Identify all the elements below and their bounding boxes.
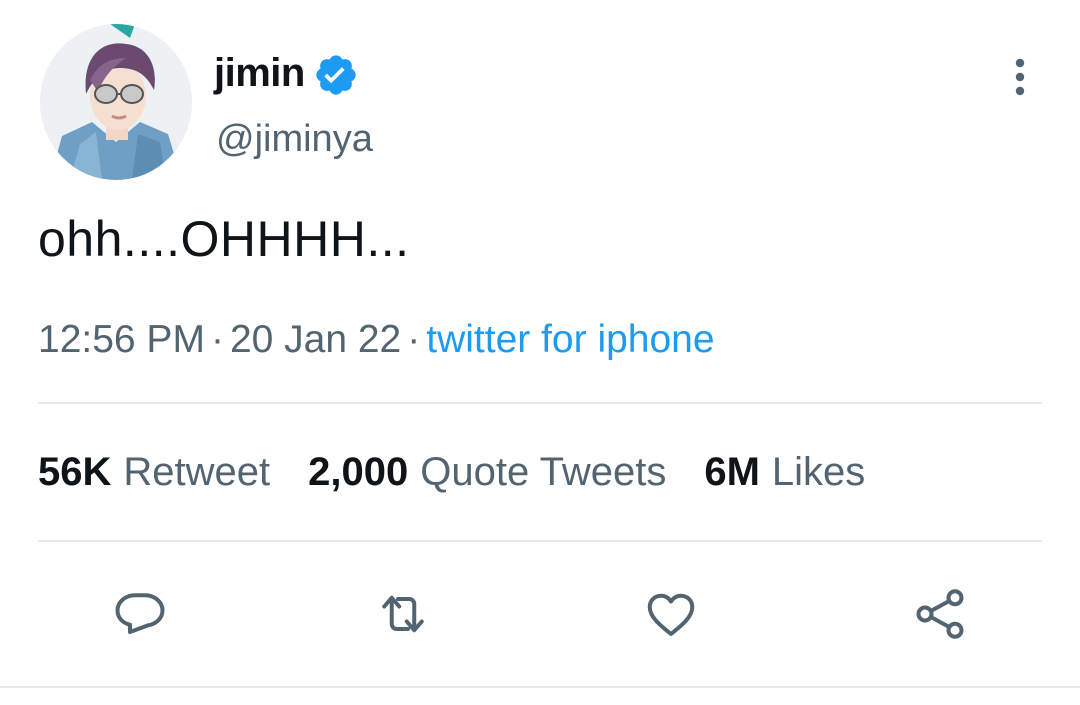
likes-label: Likes — [771, 450, 866, 494]
reply-icon[interactable] — [110, 584, 170, 644]
tweet-meta: 12:56 PM · 20 Jan 22 · twitter for iphone — [38, 318, 715, 362]
avatar-image — [40, 24, 192, 180]
retweet-count: 56K — [38, 450, 112, 494]
tweet-detail: jimin @jiminya ohh....OHHHH... 12:56 PM ·… — [0, 0, 1080, 705]
divider — [38, 402, 1042, 404]
likes-count: 6M — [704, 450, 760, 494]
tweet-date[interactable]: 20 Jan 22 — [230, 318, 401, 361]
likes-stat[interactable]: 6M Likes — [704, 450, 865, 495]
divider — [38, 540, 1042, 542]
quote-count: 2,000 — [308, 450, 409, 494]
more-options-icon[interactable] — [1010, 58, 1030, 96]
quote-stat[interactable]: 2,000 Quote Tweets — [308, 450, 666, 495]
avatar[interactable] — [40, 24, 192, 180]
retweet-stat[interactable]: 56K Retweet — [38, 450, 270, 495]
meta-separator: · — [210, 318, 224, 361]
quote-label: Quote Tweets — [420, 450, 667, 494]
divider — [0, 686, 1080, 688]
retweet-label: Retweet — [123, 450, 271, 494]
tweet-time[interactable]: 12:56 PM — [38, 318, 205, 361]
author-handle[interactable]: @jiminya — [216, 118, 373, 161]
share-icon[interactable] — [910, 584, 970, 644]
verified-badge-icon — [316, 55, 356, 95]
meta-separator: · — [407, 318, 421, 361]
tweet-text: ohh....OHHHH... — [38, 211, 410, 267]
like-icon[interactable] — [641, 584, 701, 644]
display-name[interactable]: jimin — [214, 51, 305, 96]
tweet-stats: 56K Retweet 2,000 Quote Tweets 6M Likes — [38, 450, 865, 495]
tweet-source-link[interactable]: twitter for iphone — [426, 318, 714, 361]
retweet-icon[interactable] — [373, 584, 433, 644]
author-name-row[interactable]: jimin — [214, 48, 359, 98]
